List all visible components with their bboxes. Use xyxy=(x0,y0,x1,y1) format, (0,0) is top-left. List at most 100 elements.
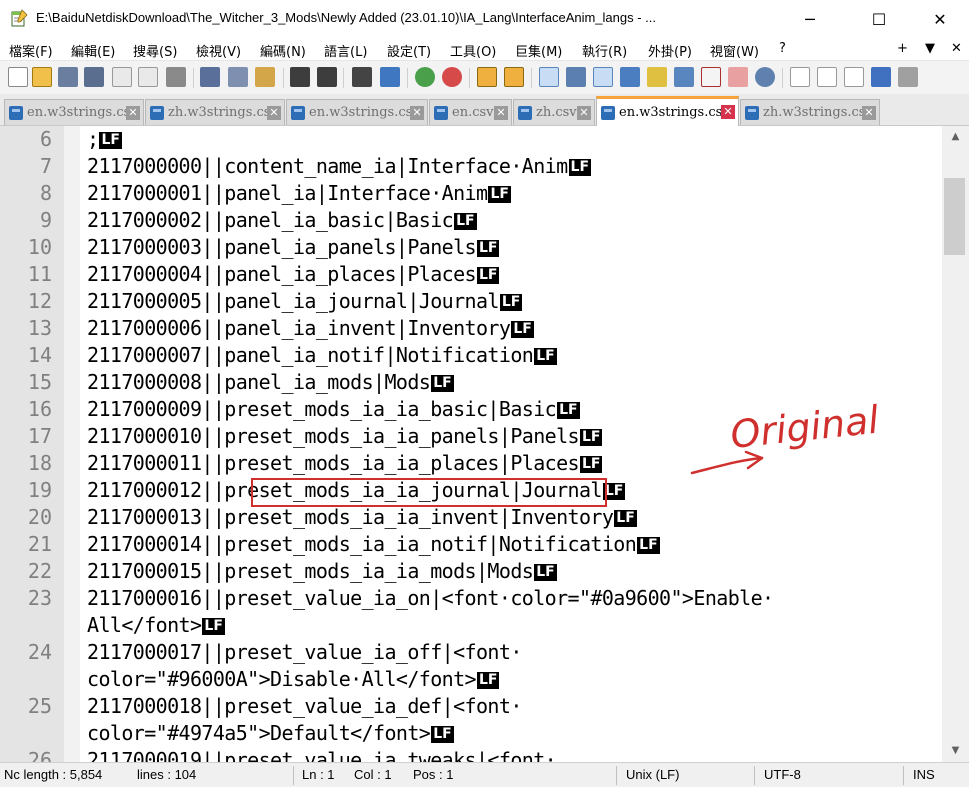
maximize-button[interactable]: ☐ xyxy=(856,0,902,38)
zoom-in-icon[interactable] xyxy=(415,67,435,87)
run-macro-multiple-icon[interactable] xyxy=(871,67,891,87)
tab-list-button[interactable]: ▼ xyxy=(925,41,935,56)
monitor-icon[interactable] xyxy=(755,67,775,87)
replace-icon[interactable] xyxy=(380,67,400,87)
menu-language[interactable]: 語言(L) xyxy=(324,41,367,60)
menu-encoding[interactable]: 編碼(N) xyxy=(260,41,306,60)
menu-settings[interactable]: 設定(T) xyxy=(387,41,431,60)
menu-plugins[interactable]: 外掛(P) xyxy=(648,41,692,60)
line-text[interactable]: 2117000011||preset_mods_ia_ia_places|Pla… xyxy=(87,450,603,477)
scroll-up-arrow-icon[interactable]: ▲ xyxy=(942,126,969,148)
menu-help[interactable]: ? xyxy=(779,41,786,56)
editor-line[interactable]: 21 2117000014||preset_mods_ia_ia_notif|No… xyxy=(0,531,942,558)
file-tab[interactable]: en.csv ✕ xyxy=(429,99,512,125)
line-text[interactable]: 2117000008||panel_ia_mods|Mods LF xyxy=(87,369,454,396)
editor-line[interactable]: 15 2117000008||panel_ia_mods|Mods LF xyxy=(0,369,942,396)
undo-icon[interactable] xyxy=(290,67,310,87)
open-file-icon[interactable] xyxy=(32,67,52,87)
menu-search[interactable]: 搜尋(S) xyxy=(133,41,177,60)
document-map-icon[interactable] xyxy=(647,67,667,87)
vertical-scrollbar[interactable]: ▲ ▼ xyxy=(942,126,969,762)
tab-close-icon[interactable]: ✕ xyxy=(126,106,140,120)
file-tab[interactable]: en.w3strings.csv ✕ xyxy=(286,99,428,125)
language-icon[interactable] xyxy=(620,67,640,87)
line-text[interactable]: 2117000018||preset_value_ia_def|<font· xyxy=(87,693,522,720)
scroll-down-arrow-icon[interactable]: ▼ xyxy=(942,740,969,762)
scrollbar-thumb[interactable] xyxy=(944,177,965,255)
editor-line[interactable]: 11 2117000004||panel_ia_places|Places LF xyxy=(0,261,942,288)
print-icon[interactable] xyxy=(166,67,186,87)
line-text[interactable]: 2117000001||panel_ia|Interface·Anim LF xyxy=(87,180,511,207)
line-text[interactable]: 2117000015||preset_mods_ia_ia_mods|Mods L… xyxy=(87,558,557,585)
find-icon[interactable] xyxy=(352,67,372,87)
line-text[interactable]: All</font> LF xyxy=(87,612,225,639)
file-tab[interactable]: zh.csv ✕ xyxy=(513,99,595,125)
menu-run[interactable]: 執行(R) xyxy=(582,41,627,60)
paste-icon[interactable] xyxy=(255,67,275,87)
editor-line[interactable]: color="#4974a5">Default</font> LF xyxy=(0,720,942,747)
line-text[interactable]: 2117000014||preset_mods_ia_ia_notif|Noti… xyxy=(87,531,660,558)
save-all-icon[interactable] xyxy=(84,67,104,87)
line-text[interactable]: 2117000007||panel_ia_notif|Notification L… xyxy=(87,342,557,369)
status-eol-format[interactable]: Unix (LF) xyxy=(626,767,679,782)
file-tab[interactable]: zh.w3strings.csv ✕ xyxy=(145,99,285,125)
status-insert-mode[interactable]: INS xyxy=(913,767,935,782)
editor-line[interactable]: 24 2117000017||preset_value_ia_off|<font· xyxy=(0,639,942,666)
folder-as-workspace-icon[interactable] xyxy=(701,67,721,87)
editor-line[interactable]: 10 2117000003||panel_ia_panels|Panels LF xyxy=(0,234,942,261)
tab-close-icon[interactable]: ✕ xyxy=(721,105,735,119)
tab-close-icon[interactable]: ✕ xyxy=(410,106,424,120)
play-macro-icon[interactable] xyxy=(844,67,864,87)
editor-line[interactable]: color="#96000A">Disable·All</font> LF xyxy=(0,666,942,693)
close-document-button[interactable]: ✕ xyxy=(951,41,962,56)
editor-line[interactable]: 25 2117000018||preset_value_ia_def|<font· xyxy=(0,693,942,720)
editor-line[interactable]: 14 2117000007||panel_ia_notif|Notificatio… xyxy=(0,342,942,369)
stop-macro-icon[interactable] xyxy=(817,67,837,87)
show-all-characters-icon[interactable] xyxy=(566,67,586,87)
save-macro-icon[interactable] xyxy=(898,67,918,87)
file-tab[interactable]: en.w3strings.csv ✕ xyxy=(4,99,144,125)
editor-line[interactable]: 22 2117000015||preset_mods_ia_ia_mods|Mod… xyxy=(0,558,942,585)
line-text[interactable]: 2117000017||preset_value_ia_off|<font· xyxy=(87,639,522,666)
line-text[interactable]: 2117000003||panel_ia_panels|Panels LF xyxy=(87,234,500,261)
cut-icon[interactable] xyxy=(200,67,220,87)
editor-line[interactable]: 8 2117000001||panel_ia|Interface·Anim LF xyxy=(0,180,942,207)
line-text[interactable]: color="#4974a5">Default</font> LF xyxy=(87,720,454,747)
line-text[interactable]: 2117000000||content_name_ia|Interface·An… xyxy=(87,153,592,180)
line-text[interactable]: 2117000010||preset_mods_ia_ia_panels|Pan… xyxy=(87,423,603,450)
line-text[interactable]: 2117000002||panel_ia_basic|Basic LF xyxy=(87,207,477,234)
menu-window[interactable]: 視窗(W) xyxy=(710,41,759,60)
editor-line[interactable]: 13 2117000006||panel_ia_invent|Inventory L… xyxy=(0,315,942,342)
menu-edit[interactable]: 編輯(E) xyxy=(71,41,115,60)
editor-line[interactable]: 7 2117000000||content_name_ia|Interface·A… xyxy=(0,153,942,180)
editor-line[interactable]: 23 2117000016||preset_value_ia_on|<font·c… xyxy=(0,585,942,612)
menu-file[interactable]: 檔案(F) xyxy=(9,41,53,60)
new-file-icon[interactable] xyxy=(8,67,28,87)
tab-close-icon[interactable]: ✕ xyxy=(577,106,591,120)
function-list-icon[interactable] xyxy=(674,67,694,87)
line-text[interactable]: 2117000013||preset_mods_ia_ia_invent|Inv… xyxy=(87,504,637,531)
sync-vertical-icon[interactable] xyxy=(477,67,497,87)
save-icon[interactable] xyxy=(58,67,78,87)
record-macro-icon[interactable] xyxy=(790,67,810,87)
indent-guide-icon[interactable] xyxy=(593,67,613,87)
line-text[interactable]: 2117000009||preset_mods_ia_ia_basic|Basi… xyxy=(87,396,580,423)
line-text[interactable]: 2117000006||panel_ia_invent|Inventory LF xyxy=(87,315,534,342)
sync-horizontal-icon[interactable] xyxy=(504,67,524,87)
file-tab-active[interactable]: en.w3strings.csv ✕ xyxy=(596,96,739,126)
menu-macro[interactable]: 巨集(M) xyxy=(515,41,562,60)
line-text[interactable]: color="#96000A">Disable·All</font> LF xyxy=(87,666,500,693)
tab-close-icon[interactable]: ✕ xyxy=(267,106,281,120)
tab-close-icon[interactable]: ✕ xyxy=(494,106,508,120)
zoom-out-icon[interactable] xyxy=(442,67,462,87)
copy-icon[interactable] xyxy=(228,67,248,87)
editor-line[interactable]: 12 2117000005||panel_ia_journal|Journal LF xyxy=(0,288,942,315)
line-text[interactable]: 2117000016||preset_value_ia_on|<font·col… xyxy=(87,585,774,612)
close-window-button[interactable]: ✕ xyxy=(917,0,963,38)
file-tab[interactable]: zh.w3strings.csv ✕ xyxy=(740,99,880,125)
line-text[interactable]: 2117000004||panel_ia_places|Places LF xyxy=(87,261,500,288)
line-text[interactable]: ; LF xyxy=(87,126,122,153)
menu-view[interactable]: 檢視(V) xyxy=(196,41,241,60)
close-icon[interactable] xyxy=(112,67,132,87)
new-tab-button[interactable]: + xyxy=(897,41,908,56)
